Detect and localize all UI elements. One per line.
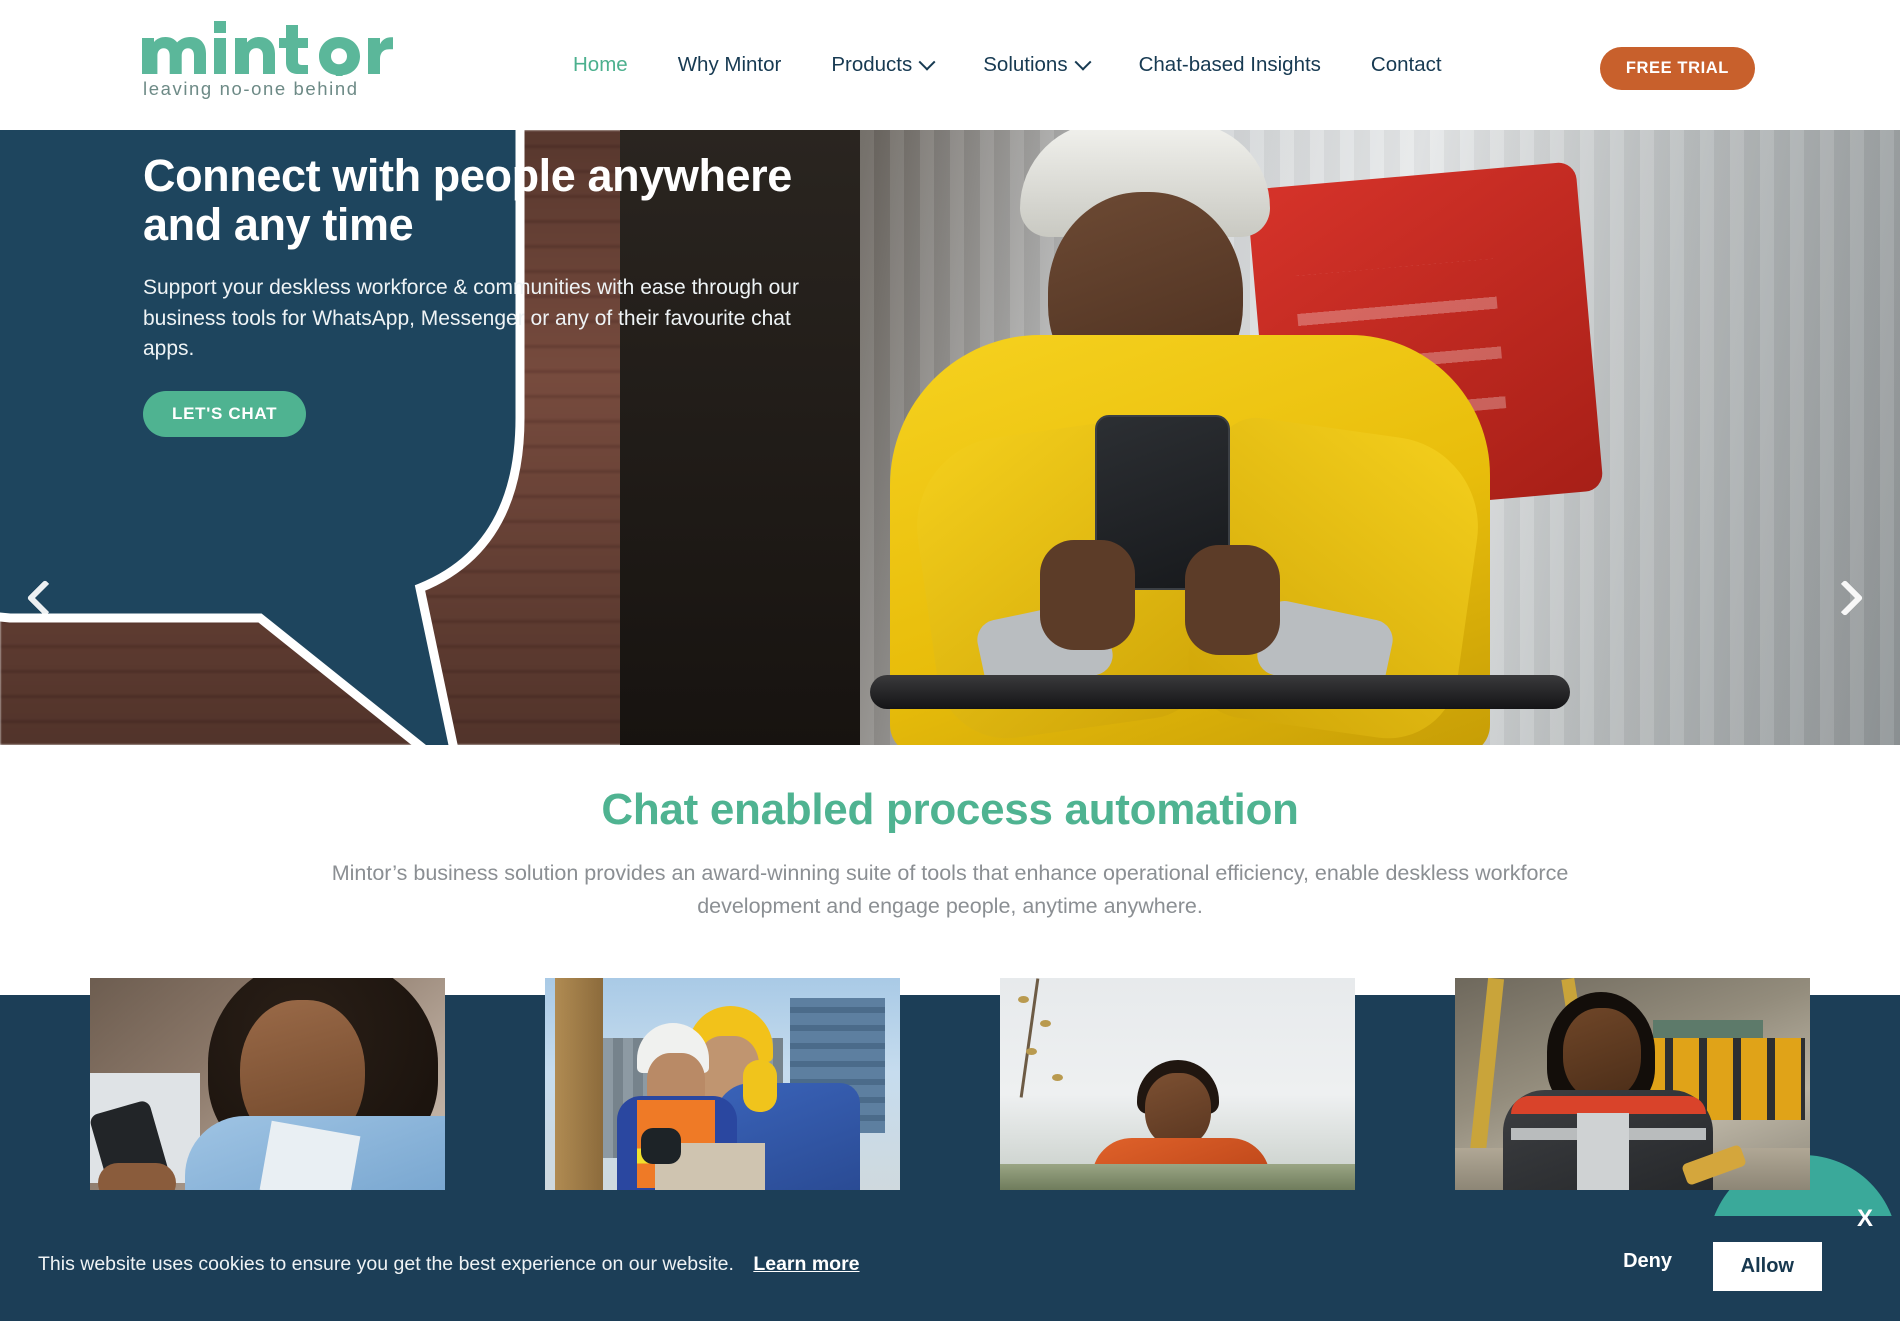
nav-item-chat-based-insights[interactable]: Chat-based Insights xyxy=(1114,53,1346,77)
cookie-allow-button[interactable]: Allow xyxy=(1712,1242,1822,1291)
card-image xyxy=(1000,978,1355,1190)
cookie-consent-banner: This website uses cookies to ensure you … xyxy=(0,1216,1900,1321)
carousel-prev-button[interactable] xyxy=(24,575,70,621)
mintor-wordmark-icon xyxy=(142,21,393,76)
feature-card[interactable] xyxy=(1455,978,1810,1190)
nav-item-label: Why Mintor xyxy=(677,53,782,76)
intro-section: Chat enabled process automation Mintor’s… xyxy=(0,745,1900,924)
nav-item-label: Solutions xyxy=(983,53,1068,76)
hero-subtitle: Support your deskless workforce & commun… xyxy=(143,276,799,361)
site-logo[interactable]: leaving no-one behind xyxy=(140,18,410,113)
cookie-message-row: This website uses cookies to ensure you … xyxy=(38,1253,860,1276)
hero-title: Connect with people anywhere and any tim… xyxy=(143,150,792,250)
hero-carousel: Connect with people anywhere and any tim… xyxy=(0,130,1900,745)
section-title: Chat enabled process automation xyxy=(601,785,1299,834)
card-image xyxy=(545,978,900,1190)
nav-item-products[interactable]: Products xyxy=(806,53,958,77)
page-root: leaving no-one behind Home Why Mintor Pr… xyxy=(0,0,1900,1321)
free-trial-button[interactable]: FREE TRIAL xyxy=(1599,47,1755,90)
nav-item-solutions[interactable]: Solutions xyxy=(958,53,1113,77)
nav-item-label: Chat-based Insights xyxy=(1138,53,1321,76)
hand-right xyxy=(1185,545,1280,655)
section-description: Mintor’s business solution provides an a… xyxy=(331,861,1569,919)
hand-left xyxy=(1040,540,1135,650)
nav-item-contact[interactable]: Contact xyxy=(1346,53,1467,77)
lets-chat-button[interactable]: LET'S CHAT xyxy=(143,390,307,437)
nav-item-home[interactable]: Home xyxy=(548,53,653,77)
site-header: leaving no-one behind Home Why Mintor Pr… xyxy=(0,0,1900,130)
feature-card-row xyxy=(0,978,1900,1218)
main-navigation: Home Why Mintor Products Solutions Chat-… xyxy=(548,0,1467,130)
chevron-left-icon xyxy=(26,579,64,617)
feature-card[interactable] xyxy=(545,978,900,1190)
cookie-close-button[interactable]: X xyxy=(1857,1205,1873,1233)
cookie-message: This website uses cookies to ensure you … xyxy=(38,1253,734,1275)
card-image xyxy=(1455,978,1810,1190)
nav-item-label: Products xyxy=(831,53,913,76)
cookie-deny-button[interactable]: Deny xyxy=(1623,1250,1672,1273)
hero-courier-figure xyxy=(830,130,1610,745)
logo-tagline: leaving no-one behind xyxy=(143,78,359,99)
cookie-learn-more-link[interactable]: Learn more xyxy=(753,1253,859,1275)
feature-card[interactable] xyxy=(1000,978,1355,1190)
chevron-down-icon xyxy=(918,53,936,71)
nav-item-label: Contact xyxy=(1370,53,1442,76)
chevron-down-icon xyxy=(1074,53,1092,71)
chevron-right-icon xyxy=(1826,579,1864,617)
hero-copy: Connect with people anywhere and any tim… xyxy=(143,150,843,437)
bicycle-handlebars xyxy=(870,675,1570,709)
card-image xyxy=(90,978,445,1190)
nav-item-label: Home xyxy=(573,53,628,76)
feature-card[interactable] xyxy=(90,978,445,1190)
nav-item-why-mintor[interactable]: Why Mintor xyxy=(653,53,807,77)
carousel-next-button[interactable] xyxy=(1826,575,1876,621)
